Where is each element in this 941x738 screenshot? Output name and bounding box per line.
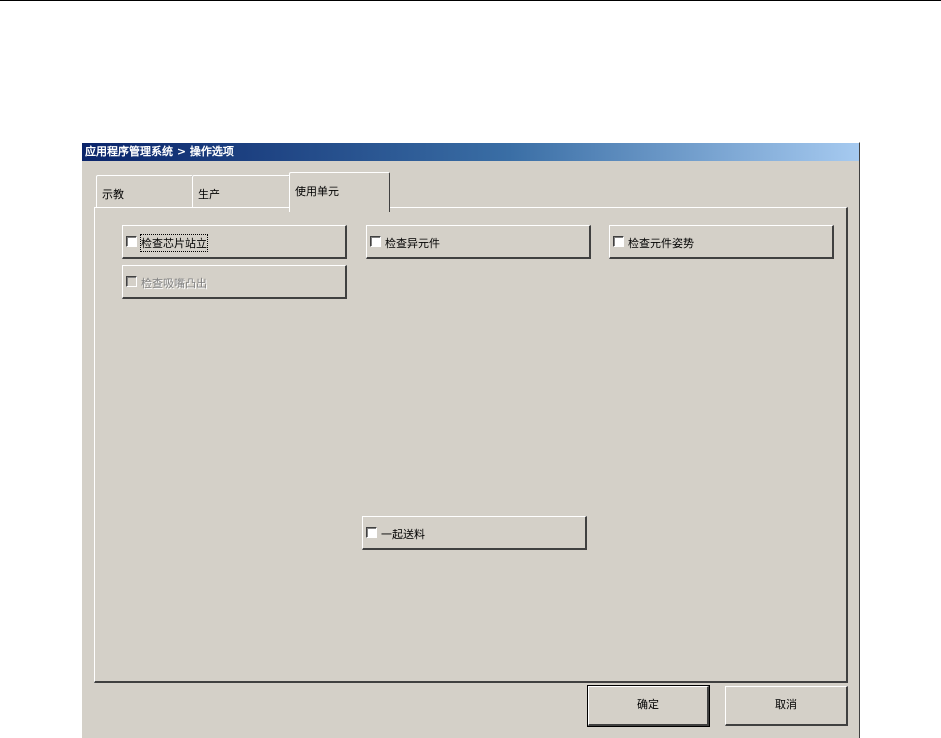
cancel-button[interactable]: 取消 <box>725 686 848 726</box>
check-nozzle-protrusion-label: 检查吸嘴凸出 <box>141 277 207 290</box>
check-component-posture-checkbox[interactable]: 检查元件姿势 <box>609 225 834 259</box>
window-title: 应用程序管理系统 > 操作选项 <box>82 143 859 161</box>
check-chip-standing-checkbox[interactable]: 检查芯片站立 <box>122 225 347 259</box>
checkbox-square-icon <box>126 276 137 287</box>
checkbox-square-icon <box>366 527 377 538</box>
tab-use-unit[interactable]: 使用单元 <box>289 172 390 212</box>
tab-panel-use-unit: 检查芯片站立 检查异元件 检查元件姿势 检查吸嘴凸出 一起送料 <box>94 207 848 683</box>
options-dialog: 应用程序管理系统 > 操作选项 示教 生产 使用单元 检查芯片站立 检查异元件 … <box>81 142 860 738</box>
check-component-posture-label: 检查元件姿势 <box>628 237 694 250</box>
check-odd-component-checkbox[interactable]: 检查异元件 <box>366 225 591 259</box>
tab-production-label: 生产 <box>198 188 220 201</box>
tab-use-unit-label: 使用单元 <box>295 185 339 198</box>
tab-teach-label: 示教 <box>102 188 124 201</box>
checkbox-square-icon <box>126 236 137 247</box>
feed-together-checkbox[interactable]: 一起送料 <box>362 516 587 550</box>
feed-together-label: 一起送料 <box>381 528 425 541</box>
checkbox-square-icon <box>370 236 381 247</box>
top-rule <box>0 0 941 1</box>
tab-production[interactable]: 生产 <box>192 175 290 209</box>
check-odd-component-label: 检查异元件 <box>385 237 440 250</box>
tab-teach[interactable]: 示教 <box>96 175 193 209</box>
ok-button[interactable]: 确定 <box>587 685 710 727</box>
check-chip-standing-label: 检查芯片站立 <box>140 234 208 252</box>
check-nozzle-protrusion-checkbox: 检查吸嘴凸出 <box>122 265 347 299</box>
checkbox-square-icon <box>613 236 624 247</box>
